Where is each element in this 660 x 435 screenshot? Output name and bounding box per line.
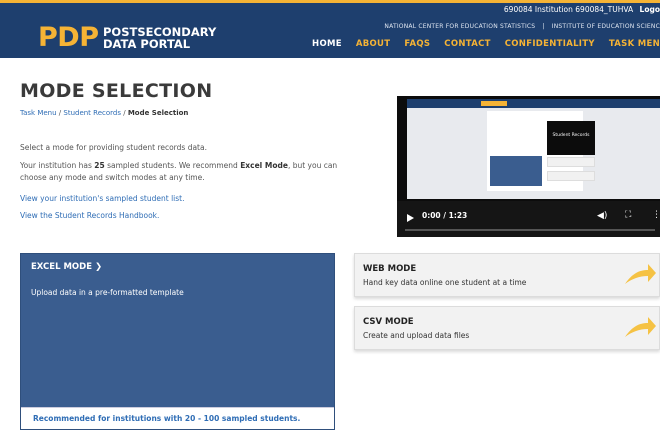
tutorial-video[interactable]: Student Records 0:00 / 1:23 ◀) ⛶ ⋮ (397, 96, 660, 237)
thumb-caption: Student Records (547, 121, 595, 155)
breadcrumb-student-records[interactable]: Student Records (63, 109, 121, 117)
rec-part1: Your institution has (20, 161, 95, 170)
nav-task-menu[interactable]: TASK MEN (609, 39, 660, 49)
web-mode-title: WEB MODE (363, 264, 417, 274)
thumb-logo (481, 101, 507, 106)
rec-part2: sampled students. We recommend (104, 161, 241, 170)
excel-mode-title[interactable]: EXCEL MODE ❯ (31, 262, 102, 272)
main-nav: HOME ABOUT FAQS CONTACT CONFIDENTIALITY TASK … (298, 39, 660, 49)
thumb-card (547, 171, 595, 181)
breadcrumb: Task Menu / Student Records / Mode Selec… (20, 109, 188, 117)
web-mode-card[interactable]: WEB MODE Hand key data online one studen… (354, 253, 660, 297)
header-accent-line (0, 0, 660, 3)
handbook-link[interactable]: View the Student Records Handbook. (20, 211, 159, 220)
institution-label: 690084 Institution (503, 5, 573, 14)
thumb-card (547, 157, 595, 167)
username: 690084_TUHVA (575, 5, 634, 14)
logo-mark: PDP (38, 22, 99, 53)
nces-link[interactable]: NATIONAL CENTER FOR EDUCATION STATISTICS (384, 23, 535, 30)
breadcrumb-current: Mode Selection (127, 109, 189, 117)
ies-link[interactable]: INSTITUTE OF EDUCATION SCIENC (552, 23, 660, 30)
sampled-list-link[interactable]: View your institution's sampled student … (20, 194, 184, 203)
video-controls: 0:00 / 1:23 ◀) ⛶ ⋮ (397, 201, 660, 237)
institution-info: 690084 Institution 690084_TUHVA Logo (504, 5, 660, 14)
logout-link[interactable]: Logo (640, 5, 660, 14)
breadcrumb-task-menu[interactable]: Task Menu (20, 109, 57, 117)
nav-home[interactable]: HOME (312, 39, 342, 49)
breadcrumb-separator: / (121, 109, 128, 117)
thumb-header (407, 99, 660, 108)
agency-separator: | (542, 23, 545, 30)
web-mode-desc: Hand key data online one student at a ti… (363, 278, 527, 287)
recommended-mode: Excel Mode (240, 161, 288, 170)
video-thumbnail: Student Records (407, 99, 660, 199)
arrow-icon (625, 264, 656, 284)
intro-text: Select a mode for providing student reco… (20, 143, 207, 152)
site-header: 690084 Institution 690084_TUHVA Logo NAT… (0, 0, 660, 58)
sampled-count: 25 (94, 161, 105, 170)
nav-confidentiality[interactable]: CONFIDENTIALITY (505, 39, 595, 49)
agency-links: NATIONAL CENTER FOR EDUCATION STATISTICS… (384, 23, 660, 30)
nav-faqs[interactable]: FAQS (404, 39, 430, 49)
nav-about[interactable]: ABOUT (356, 39, 390, 49)
play-icon[interactable] (407, 214, 414, 222)
page-title: MODE SELECTION (20, 80, 213, 102)
more-options-icon[interactable]: ⋮ (652, 210, 660, 220)
video-time: 0:00 / 1:23 (422, 211, 468, 220)
excel-mode-card[interactable]: EXCEL MODE ❯ Upload data in a pre-format… (20, 253, 335, 430)
video-progress-bar[interactable] (405, 229, 655, 231)
csv-mode-desc: Create and upload data files (363, 331, 470, 340)
thumb-panel (490, 156, 542, 186)
logo-line2: DATA PORTAL (103, 37, 191, 51)
recommendation-note: Recommended for institutions with 20 - 1… (33, 414, 301, 423)
volume-icon[interactable]: ◀) (597, 211, 607, 221)
excel-mode-desc: Upload data in a pre-formatted template (31, 288, 184, 297)
recommendation-text: Your institution has 25 sampled students… (20, 160, 345, 184)
logo-text: POSTSECONDARY DATA PORTAL (103, 26, 216, 50)
csv-mode-title: CSV MODE (363, 317, 414, 327)
fullscreen-icon[interactable]: ⛶ (625, 210, 631, 220)
nav-contact[interactable]: CONTACT (444, 39, 490, 49)
excel-mode-recommendation: Recommended for institutions with 20 - 1… (21, 407, 334, 429)
csv-mode-card[interactable]: CSV MODE Create and upload data files (354, 306, 660, 350)
arrow-icon (625, 317, 656, 337)
